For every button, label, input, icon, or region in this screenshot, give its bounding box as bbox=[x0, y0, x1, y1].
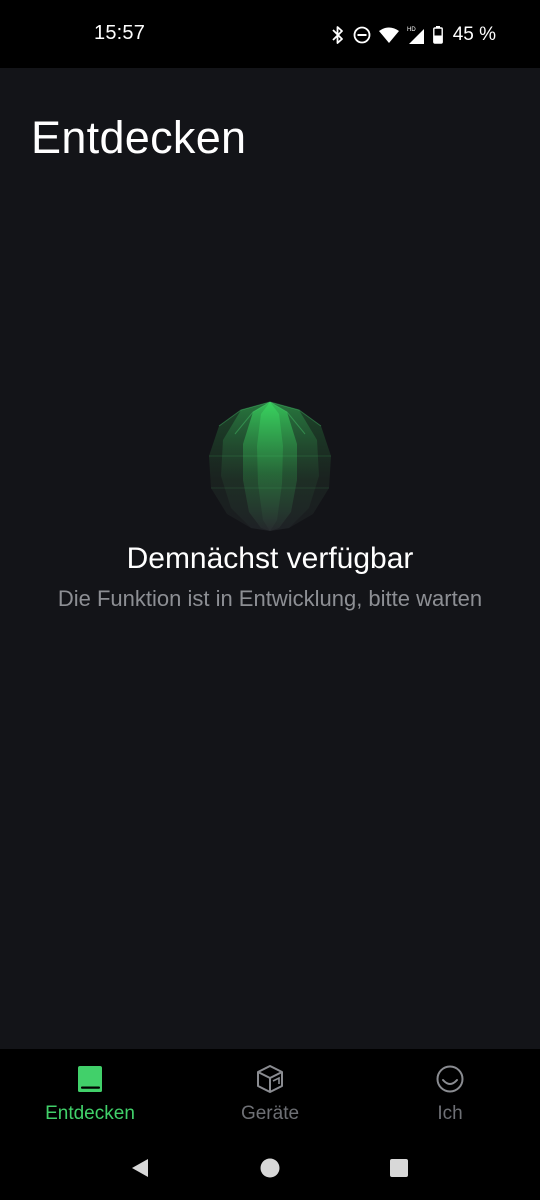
tab-devices-label: Geräte bbox=[240, 1103, 300, 1124]
tab-devices[interactable]: Geräte bbox=[180, 1061, 360, 1141]
status-time: 15:57 bbox=[94, 22, 146, 44]
wifi-icon bbox=[378, 27, 399, 43]
status-icons: HD 45 % bbox=[331, 22, 496, 48]
green-globe-icon bbox=[205, 400, 335, 532]
battery-icon bbox=[432, 26, 443, 44]
tab-discover[interactable]: Entdecken bbox=[0, 1061, 180, 1141]
bluetooth-icon bbox=[331, 25, 345, 45]
back-icon[interactable] bbox=[126, 1154, 154, 1182]
tab-me[interactable]: Ich bbox=[360, 1061, 540, 1141]
book-icon bbox=[74, 1063, 106, 1095]
discover-screen: 15:57 HD 45 % Entdecken Demnächst verfüg… bbox=[0, 0, 540, 1200]
smile-icon bbox=[434, 1063, 466, 1095]
page-title: Entdecken bbox=[31, 112, 247, 163]
tab-me-label: Ich bbox=[437, 1103, 463, 1124]
tab-discover-label: Entdecken bbox=[45, 1103, 135, 1124]
home-icon[interactable] bbox=[256, 1154, 284, 1182]
battery-percent: 45 % bbox=[452, 24, 496, 45]
empty-state-title: Demnächst verfügbar bbox=[126, 542, 414, 575]
hd-signal-icon: HD bbox=[407, 25, 425, 45]
status-bar: 15:57 HD 45 % bbox=[0, 0, 540, 68]
do-not-disturb-icon bbox=[353, 26, 371, 44]
empty-state-subtitle: Die Funktion ist in Entwicklung, bitte w… bbox=[57, 586, 483, 611]
svg-text:HD: HD bbox=[407, 27, 416, 33]
system-navigation bbox=[0, 1140, 540, 1196]
recents-icon[interactable] bbox=[385, 1154, 413, 1182]
cube-icon bbox=[254, 1063, 286, 1095]
